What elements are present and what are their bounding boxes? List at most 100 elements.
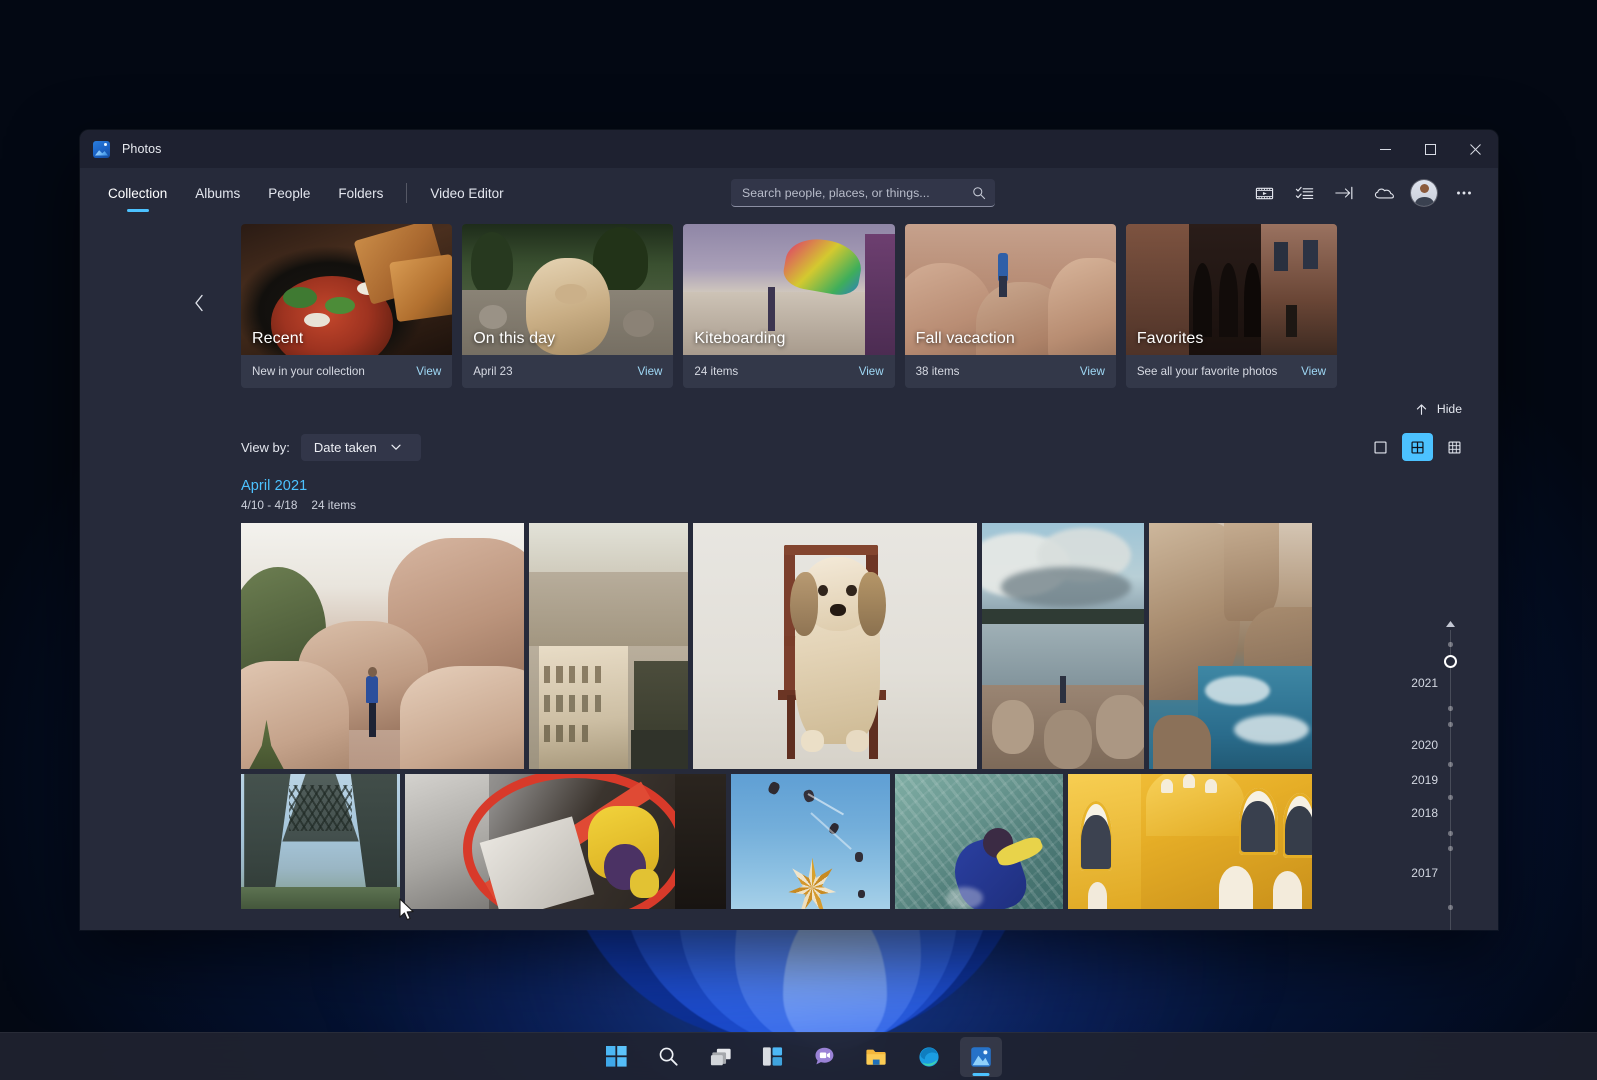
title-bar: Photos [80,130,1498,168]
card-view-link[interactable]: View [637,365,662,378]
taskbar-photos[interactable] [960,1037,1002,1077]
view-mode-toggle-group [1365,433,1470,461]
taskbar-start[interactable] [596,1037,638,1077]
card-title: Fall vacaction [916,330,1015,348]
card-view-link[interactable]: View [416,365,441,378]
import-button[interactable] [1324,176,1364,210]
card-view-link[interactable]: View [859,365,884,378]
photo-row [241,774,1312,909]
close-icon [1470,144,1481,155]
carousel-card-kiteboarding[interactable]: Kiteboarding 24 items View [683,224,894,388]
taskbar [0,1032,1597,1080]
scrubber-year-2017[interactable]: 2017 [1411,866,1438,880]
carousel-card-recent[interactable]: Recent New in your collection View [241,224,452,388]
select-button[interactable] [1284,176,1324,210]
view-by-row: View by: Date taken [80,420,1498,466]
card-footer: 38 items View [905,355,1116,388]
card-subtitle: New in your collection [252,365,365,378]
view-by-dropdown[interactable]: Date taken [301,434,421,461]
scrubber-tick [1448,846,1453,851]
minimize-button[interactable] [1363,130,1408,168]
account-button[interactable] [1404,176,1444,210]
single-square-icon [1373,440,1388,455]
search-icon [658,1046,679,1067]
more-options-button[interactable] [1444,176,1484,210]
tab-albums[interactable]: Albums [181,168,254,218]
taskbar-widgets[interactable] [752,1037,794,1077]
card-subtitle: 24 items [694,365,738,378]
scrubber-up-button[interactable] [1443,618,1457,629]
card-footer: April 23 View [462,355,673,388]
scrubber-year-2018[interactable]: 2018 [1411,806,1438,820]
carousel-card-favorites[interactable]: Favorites See all your favorite photos V… [1126,224,1337,388]
scrubber-tick [1448,642,1453,647]
photo-kite-sky[interactable] [731,774,890,909]
photo-aerial-water-swimmer[interactable] [895,774,1063,909]
carousel-prev-button[interactable] [184,280,214,326]
card-footer: 24 items View [683,355,894,388]
scrubber-year-2019[interactable]: 2019 [1411,773,1438,787]
scrubber-handle[interactable] [1444,655,1457,668]
card-view-link[interactable]: View [1301,365,1326,378]
taskbar-file-explorer[interactable] [856,1037,898,1077]
file-explorer-icon [865,1047,888,1067]
card-subtitle: 38 items [916,365,960,378]
onedrive-button[interactable] [1364,176,1404,210]
carousel-card-fall-vacation[interactable]: Fall vacaction 38 items View [905,224,1116,388]
tab-collection[interactable]: Collection [94,168,181,218]
teams-chat-icon [814,1046,836,1067]
card-title: Kiteboarding [694,330,785,348]
scrubber-tick [1448,706,1453,711]
chevron-down-icon [390,441,402,453]
date-group-count: 24 items [311,498,356,512]
scrubber-year-2020[interactable]: 2020 [1411,738,1438,752]
tab-folders[interactable]: Folders [324,168,397,218]
search-container: Search people, places, or things... [731,179,995,207]
photo-eiffel-tower[interactable] [241,774,400,909]
taskbar-chat[interactable] [804,1037,846,1077]
photo-yellow-palace[interactable] [1068,774,1312,909]
date-group-title[interactable]: April 2021 [241,478,1498,494]
view-mode-dense-button[interactable] [1439,433,1470,461]
widgets-icon [762,1046,783,1067]
card-thumbnail-kiteboarding: Kiteboarding [683,224,894,355]
view-mode-grid-button[interactable] [1402,433,1433,461]
new-video-button[interactable] [1244,176,1284,210]
photo-dog-on-chair[interactable] [693,523,976,769]
carousel-card-on-this-day[interactable]: On this day April 23 View [462,224,673,388]
hide-carousel-button[interactable]: Hide [1407,398,1470,420]
avatar [1411,180,1437,206]
close-button[interactable] [1453,130,1498,168]
search-input[interactable]: Search people, places, or things... [731,179,995,207]
memories-carousel: Recent New in your collection View [80,224,1498,388]
view-by-group: View by: Date taken [241,434,421,461]
year-scrubber[interactable]: 2021 2020 2019 2018 2017 2016 [1416,618,1472,930]
scrubber-tick [1448,722,1453,727]
maximize-button[interactable] [1408,130,1453,168]
taskbar-task-view[interactable] [700,1037,742,1077]
photo-coastal-clouds[interactable] [982,523,1145,769]
tab-people[interactable]: People [254,168,324,218]
card-view-link[interactable]: View [1080,365,1105,378]
card-thumbnail-dog-river: On this day [462,224,673,355]
scrubber-track[interactable] [1450,630,1452,930]
view-by-label: View by: [241,440,290,455]
card-subtitle: See all your favorite photos [1137,365,1278,378]
caret-up-icon [1445,620,1456,628]
photo-cliff-ocean[interactable] [1149,523,1312,769]
toolbar [1244,168,1484,218]
taskbar-edge[interactable] [908,1037,950,1077]
task-view-icon [710,1047,732,1067]
tab-video-editor[interactable]: Video Editor [416,168,517,218]
minimize-icon [1380,144,1391,155]
photo-red-circle-asphalt[interactable] [405,774,726,909]
window-title: Photos [122,142,162,156]
taskbar-search[interactable] [648,1037,690,1077]
navigation-bar: Collection Albums People Folders Video E… [80,168,1498,218]
scrubber-year-2021[interactable]: 2021 [1411,676,1438,690]
photo-joshua-tree-hiker[interactable] [241,523,524,769]
photo-paris-rooftops[interactable] [529,523,688,769]
photos-app-icon [93,141,110,158]
view-mode-large-button[interactable] [1365,433,1396,461]
card-footer: New in your collection View [241,355,452,388]
